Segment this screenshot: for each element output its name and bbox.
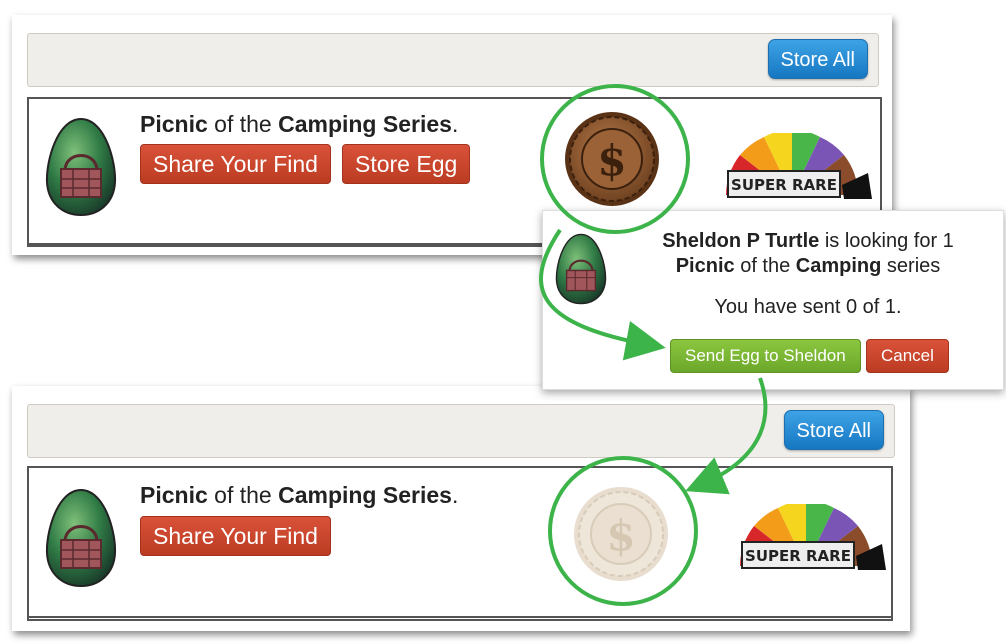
- flow-arrows: [539, 228, 768, 495]
- arrow-icon: [539, 228, 666, 361]
- arrow-icon: [685, 377, 768, 495]
